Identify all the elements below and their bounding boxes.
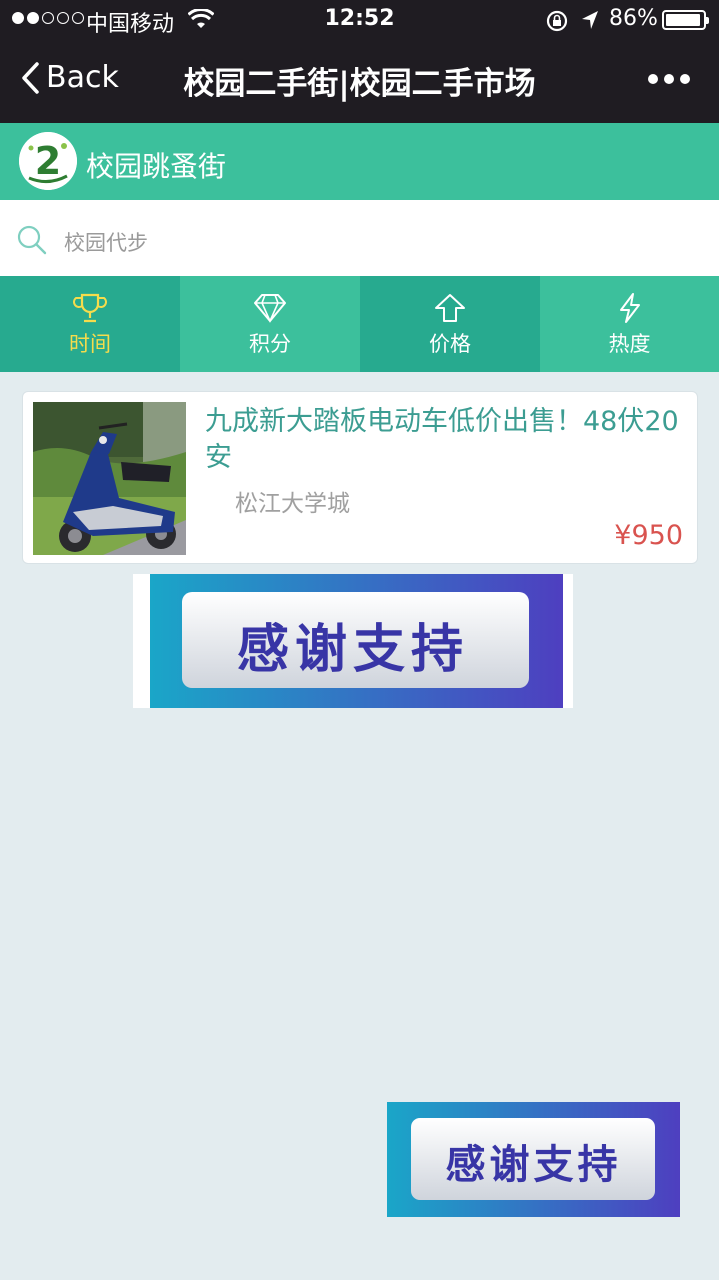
listing-price: ¥950	[614, 520, 683, 551]
status-bar: 中国移动 12:52 86%	[0, 0, 719, 40]
tab-price-label: 价格	[429, 332, 471, 356]
top-bar: 中国移动 12:52 86% Back 校园二手街|校园二手市场	[0, 0, 719, 123]
search-placeholder: 校园代步	[64, 231, 148, 255]
tab-points-label: 积分	[249, 332, 291, 356]
lightning-icon	[619, 293, 640, 323]
logo-mark: 2	[35, 139, 61, 183]
page-title: 校园二手街|校园二手市场	[183, 66, 536, 102]
location-arrow-icon	[582, 11, 598, 29]
thanks-floating-text: 感谢支持	[445, 1141, 622, 1188]
tab-popularity-label: 热度	[608, 332, 651, 356]
trophy-icon	[73, 293, 107, 323]
search-icon	[17, 225, 47, 255]
thanks-banner[interactable]: 感谢支持	[133, 574, 573, 708]
listing-card[interactable]: 九成新大踏板电动车低价出售！48伏20安 松江大学城 ¥950	[22, 391, 698, 564]
listing-location: 松江大学城	[235, 491, 350, 517]
rotation-lock-icon	[546, 10, 568, 32]
up-arrow-icon	[435, 294, 465, 322]
listing-thumbnail[interactable]	[33, 402, 186, 555]
brand-logo[interactable]: 2	[19, 132, 77, 190]
listing-title[interactable]: 九成新大踏板电动车低价出售！48伏20安	[205, 404, 689, 476]
diamond-icon	[254, 294, 286, 323]
back-button[interactable]: Back	[20, 60, 119, 95]
brand-logo-graphic: 2	[19, 132, 77, 190]
tab-popularity[interactable]: 热度	[540, 276, 719, 372]
sort-tabs: 时间 积分 价格 热度	[0, 276, 719, 372]
brand-bar: 2 校园跳蚤街	[0, 123, 719, 200]
tab-time-label: 时间	[69, 332, 111, 356]
more-menu-button[interactable]	[648, 74, 690, 84]
brand-name: 校园跳蚤街	[86, 150, 227, 183]
chevron-left-icon	[22, 61, 39, 94]
battery-percent: 86%	[609, 6, 658, 31]
battery-icon	[662, 10, 709, 30]
scooter-photo	[33, 402, 186, 555]
thanks-text: 感谢支持	[236, 619, 469, 680]
tab-points[interactable]: 积分	[180, 276, 360, 372]
tab-price[interactable]: 价格	[360, 276, 540, 372]
search-bar[interactable]: 校园代步	[0, 200, 719, 276]
tab-time[interactable]: 时间	[0, 276, 180, 372]
back-label: Back	[46, 60, 119, 95]
thanks-floating-button[interactable]: 感谢支持	[387, 1102, 680, 1217]
